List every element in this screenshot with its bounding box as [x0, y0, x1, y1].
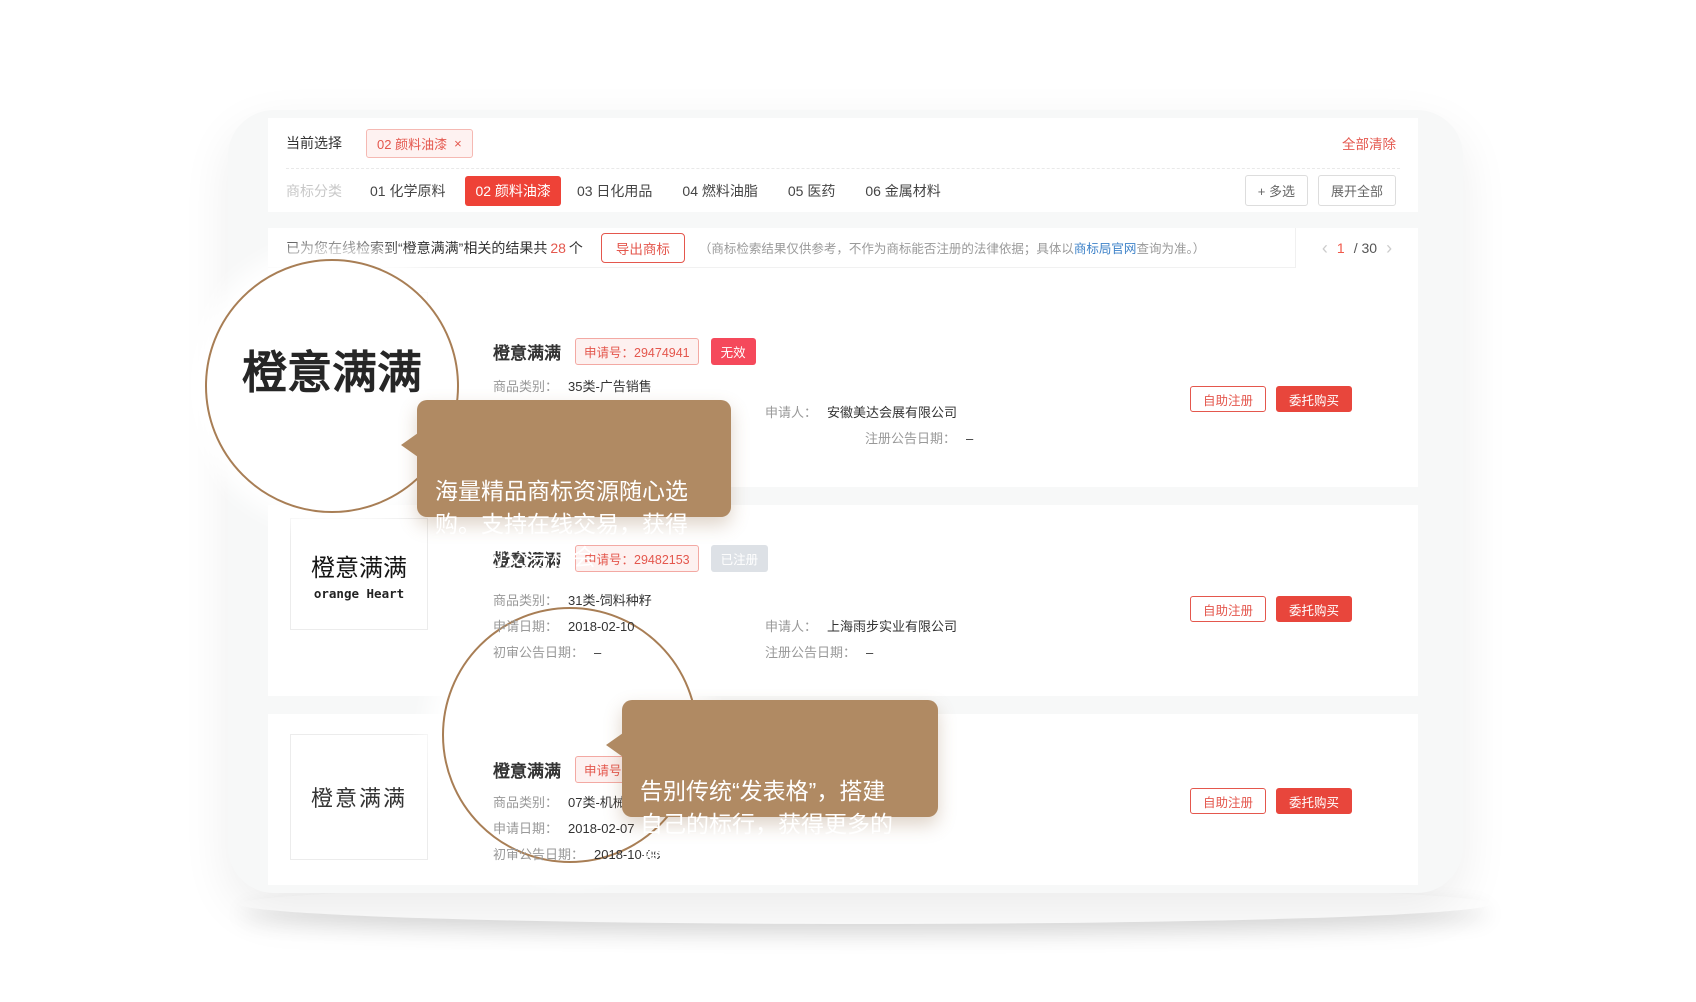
next-page-icon[interactable]: › — [1386, 239, 1392, 257]
category-label: 商品类别： — [493, 593, 558, 608]
application-number-value: 29482153 — [634, 553, 690, 567]
current-selection-label: 当前选择 — [286, 133, 342, 153]
entrust-buy-button[interactable]: 委托购买 — [1276, 386, 1352, 412]
reg-publication-field: 注册公告日期：– — [865, 428, 973, 447]
self-register-button[interactable]: 自助注册 — [1190, 386, 1266, 412]
applicant-value: 上海雨步实业有限公司 — [827, 619, 957, 634]
page: 当前选择 02 颜料油漆 × 全部清除 商标分类 01 化学原料 02 颜料油漆… — [0, 0, 1696, 1002]
reg-publication-value: – — [866, 645, 873, 660]
page-total-number: 30 — [1362, 240, 1378, 256]
self-register-button[interactable]: 自助注册 — [1190, 788, 1266, 814]
entrust-buy-button[interactable]: 委托购买 — [1276, 596, 1352, 622]
applicant-label: 申请人： — [765, 619, 817, 634]
summary-prefix: 已为您在线检索到“橙意满满”相关的结果共 — [286, 240, 547, 256]
apply-date-label: 申请日期： — [493, 821, 558, 836]
row2-publication-line: 初审公告日期：– 注册公告日期：– — [493, 642, 1193, 661]
result-count: 28 — [550, 240, 566, 256]
results-header: 已为您在线检索到“橙意满满”相关的结果共28个 导出商标 （商标检索结果仅供参考… — [268, 228, 1418, 268]
first-publication-label: 初审公告日期： — [493, 645, 584, 660]
selected-filter-tag-text: 02 颜料油漆 — [377, 134, 447, 153]
entrust-buy-button[interactable]: 委托购买 — [1276, 788, 1352, 814]
application-number-value: 29474941 — [634, 346, 690, 360]
page-divider: / — [1354, 240, 1358, 256]
trademark-name: 橙意满满 — [493, 339, 561, 364]
disclaimer-suffix: 查询为准。） — [1136, 242, 1205, 256]
applicant-value: 安徽美达会展有限公司 — [827, 405, 957, 420]
first-publication-value: – — [594, 645, 601, 660]
selected-filter-tag[interactable]: 02 颜料油漆 × — [366, 129, 473, 158]
row1-title-line: 橙意满满 申请号：29474941 无效 — [493, 338, 756, 365]
reg-publication-label: 注册公告日期： — [765, 645, 856, 660]
category-item-06[interactable]: 06 金属材料 — [865, 181, 940, 201]
category-item-02-selected[interactable]: 02 颜料油漆 — [465, 176, 560, 206]
applicant-field: 申请人： 上海雨步实业有限公司 — [765, 616, 957, 635]
export-trademarks-button[interactable]: 导出商标 — [601, 233, 685, 263]
callout-arrow-left-icon — [401, 433, 418, 457]
apply-date-label: 申请日期： — [493, 619, 558, 634]
category-value: 31类-饲料种籽 — [568, 593, 652, 608]
expand-all-button[interactable]: 展开全部 — [1318, 175, 1396, 206]
tag-close-icon[interactable]: × — [454, 136, 462, 151]
row2-category-line: 商品类别： 31类-饲料种籽 — [493, 590, 1193, 609]
trademark-office-link[interactable]: 商标局官网 — [1074, 242, 1137, 256]
status-badge: 无效 — [711, 338, 756, 365]
row3-publication-line: 初审公告日期：2018-10-06 — [493, 844, 1193, 863]
trademark-image-text: 橙意满满 — [311, 781, 407, 813]
first-publication-label: 初审公告日期： — [493, 847, 584, 862]
summary-suffix: 个 — [569, 240, 583, 256]
filter-card: 当前选择 02 颜料油漆 × 全部清除 商标分类 01 化学原料 02 颜料油漆… — [268, 118, 1418, 212]
current-page: 1 — [1337, 240, 1345, 256]
callout-arrow-left-icon — [606, 733, 623, 757]
results-summary: 已为您在线检索到“橙意满满”相关的结果共28个 — [286, 238, 583, 258]
applicant-field: 申请人： 安徽美达会展有限公司 — [765, 402, 957, 421]
disclaimer-prefix: （商标检索结果仅供参考，不作为商标能否注册的法律依据；具体以 — [699, 242, 1074, 256]
applicant-label: 申请人： — [765, 405, 817, 420]
category-row-label: 商标分类 — [286, 181, 342, 201]
category-item-04[interactable]: 04 燃料油脂 — [682, 181, 757, 201]
trademark-image-text: 橙意满满 — [311, 548, 407, 583]
row2-date-line: 申请日期： 2018-02-10 申请人： 上海雨步实业有限公司 — [493, 616, 1193, 635]
trademark-image-row3: 橙意满满 — [290, 734, 428, 860]
status-badge: 已注册 — [711, 545, 769, 572]
reg-publication-label: 注册公告日期： — [865, 431, 956, 446]
clear-all-button[interactable]: 全部清除 — [1342, 133, 1396, 153]
trademark-image-subtext: orange Heart — [314, 586, 404, 601]
callout-promotion: 告别传统“发表格”，搭建 自己的标行，获得更多的 推广机会 — [622, 700, 938, 817]
trademark-image-row2: 橙意满满 orange Heart — [290, 518, 428, 630]
category-label: 商品类别： — [493, 379, 558, 394]
category-label: 商品类别： — [493, 795, 558, 810]
row1-category-line: 商品类别： 35类-广告销售 — [493, 376, 1193, 395]
category-item-01[interactable]: 01 化学原料 — [370, 181, 445, 201]
category-item-03[interactable]: 03 日化用品 — [577, 181, 652, 201]
category-value: 35类-广告销售 — [568, 379, 652, 394]
reg-publication-value: – — [966, 431, 973, 446]
current-selection-row: 当前选择 02 颜料油漆 × 全部清除 — [286, 118, 1396, 168]
application-number-tag: 申请号：29474941 — [575, 338, 699, 365]
apply-date-value: 2018-02-10 — [568, 619, 635, 634]
trademark-name: 橙意满满 — [493, 757, 561, 782]
magnified-trademark-text: 橙意满满 — [242, 336, 422, 401]
pagination: ‹ 1 / 30 › — [1295, 228, 1418, 268]
apply-date-value: 2018-02-07 — [568, 821, 635, 836]
disclaimer-text: （商标检索结果仅供参考，不作为商标能否注册的法律依据；具体以商标局官网查询为准。… — [699, 238, 1205, 257]
prev-page-icon[interactable]: ‹ — [1322, 239, 1328, 257]
application-number-label: 申请号： — [584, 346, 634, 360]
category-item-05[interactable]: 05 医药 — [788, 181, 835, 201]
reg-publication-field: 注册公告日期：– — [765, 642, 873, 661]
self-register-button[interactable]: 自助注册 — [1190, 596, 1266, 622]
category-row: 商标分类 01 化学原料 02 颜料油漆 03 日化用品 04 燃料油脂 05 … — [286, 169, 1396, 212]
total-pages: / 30 — [1354, 240, 1377, 256]
callout-marketplace: 海量精品商标资源随心选 购。支持在线交易，获得 更多的交易机会 — [417, 400, 731, 517]
multi-select-button[interactable]: + 多选 — [1245, 175, 1308, 206]
